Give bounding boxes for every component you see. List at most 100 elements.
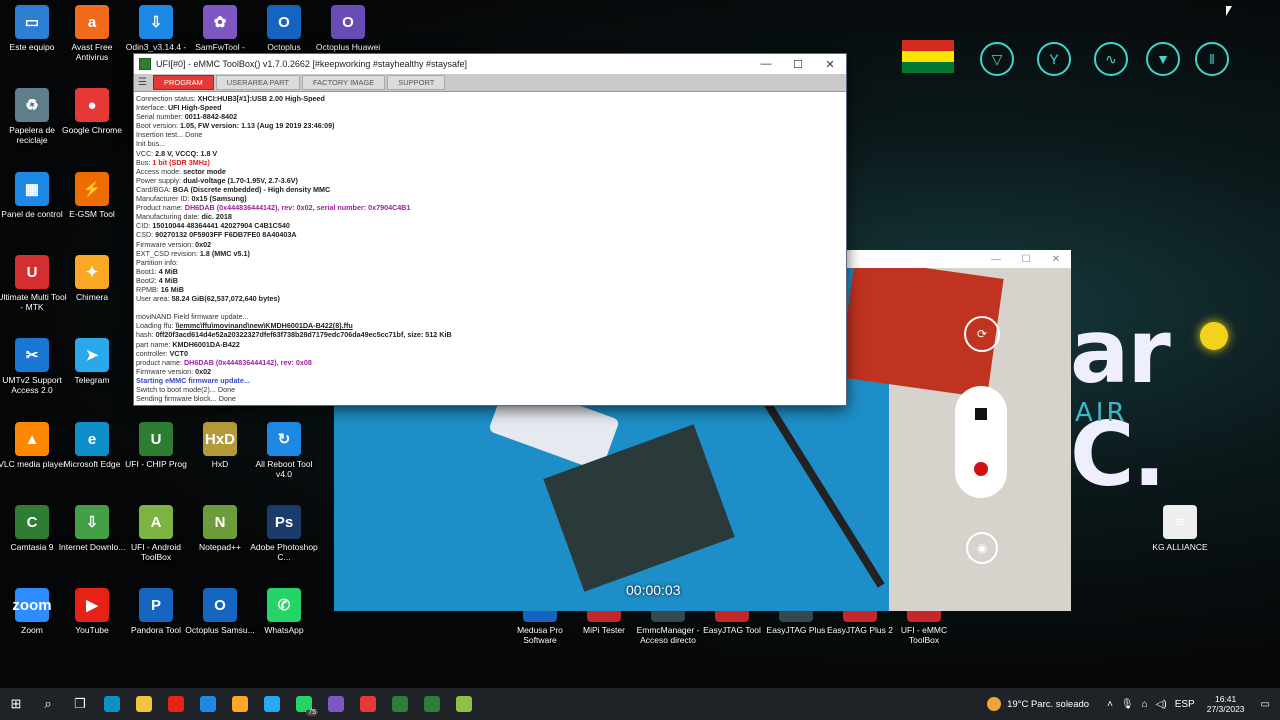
desktop-icon-label: EasyJTAG Plus 2 [827,625,893,635]
log-line: CID: 15010044 48364441 42027904 C4B1C540 [136,221,844,230]
log-line: Boot2: 4 MiB [136,276,844,285]
tab-factory-image[interactable]: FACTORY IMAGE [301,75,386,90]
desktop-icon[interactable]: ➤ Telegram [56,338,128,385]
camera-maximize-button[interactable]: ☐ [1011,254,1041,265]
log-line: product name: DH6DAB (0x444836444142), r… [136,358,844,367]
desktop-icon[interactable]: a Avast Free Antivirus [56,5,128,62]
desktop-icon[interactable]: ⚡ E-GSM Tool [56,172,128,219]
app-icon: O [331,5,365,39]
desktop-icon[interactable]: ✿ SamFwTool - [184,5,256,52]
log-key: Init bus... [136,139,166,149]
tab-support[interactable]: SUPPORT [387,75,446,90]
telegram-taskbar-icon[interactable] [256,688,288,720]
chevron-up-icon[interactable]: ˄ [1107,699,1113,710]
log-line: Card/BGA: BGA (Discrete embedded) - High… [136,185,844,194]
desktop-icon[interactable]: U UFI - CHIP Prog [120,422,192,469]
desktop-icon-label: Avast Free Antivirus [71,42,113,62]
chrome-taskbar-icon[interactable] [352,688,384,720]
ufi-emmc-taskbar-icon[interactable] [448,688,480,720]
log-line: Boot version: 1.05, FW version: 1.13 (Au… [136,121,844,130]
network-icon[interactable]: ⌂ [1142,699,1148,710]
notification-icon[interactable]: ▭ [1261,699,1270,710]
camtasia-taskbar-icon[interactable] [384,688,416,720]
chimera-taskbar-icon[interactable] [224,688,256,720]
ufi-minimize-button[interactable]: — [750,58,782,71]
ufi-titlebar[interactable]: UFI[#0] - eMMC ToolBox() v1.7.0.2662 [#k… [134,54,846,74]
desktop-icon[interactable]: P Pandora Tool [120,588,192,635]
desktop-icon[interactable]: ▶ YouTube [56,588,128,635]
ufi-window: UFI[#0] - eMMC ToolBox() v1.7.0.2662 [#k… [133,53,847,406]
start-taskbar-icon[interactable]: ⊞ [0,688,32,720]
desktop-icon[interactable]: ✦ Chimera [56,255,128,302]
youtube-taskbar-icon[interactable] [160,688,192,720]
clock-time: 16:41 [1214,694,1237,704]
camera-switch-icon[interactable]: ⟳ [964,316,1000,352]
tab-userarea-part[interactable]: USERAREA PART [215,75,300,90]
stop-recording-button[interactable] [975,408,987,420]
desktop-icon[interactable]: ⇩ Internet Downlo... [56,505,128,552]
whatsapp-taskbar-icon[interactable]: 75 [288,688,320,720]
language-indicator[interactable]: ESP [1175,699,1195,710]
desktop-icon[interactable]: ⇩ Odin3_v3.14.4 - [120,5,192,52]
log-line: Manufacturer ID: 0x15 (Samsung) [136,194,844,203]
desktop-icon-label: HxD [211,459,229,469]
weather-widget[interactable]: 19°C Parc. soleado [987,697,1089,711]
file-explorer-icon [136,696,152,712]
desktop-icon[interactable]: ● Google Chrome [56,88,128,135]
task-view-taskbar-icon[interactable]: ❐ [64,688,96,720]
search-icon: ⌕ [44,696,52,711]
desktop-icon-label: SamFwTool - [195,42,245,52]
log-value: 2.8 V, VCCQ: 1.8 V [155,148,218,158]
desktop-icon[interactable]: N Notepad++ [184,505,256,552]
desktop-icon[interactable]: Ps Adobe Photoshop C... [248,505,320,562]
log-key: Boot1: [136,266,159,276]
log-line: Insertion test... Done [136,130,844,139]
app-icon: HxD [203,422,237,456]
record-button[interactable] [974,462,988,476]
volume-icon[interactable]: ◁) [1156,699,1167,710]
ufi-close-button[interactable]: ✕ [814,58,846,71]
log-line: controller: VCT0 [136,349,844,358]
microphone-icon[interactable]: 🎙 [1121,699,1134,710]
ufi-maximize-button[interactable]: ☐ [782,58,814,71]
tab-program[interactable]: PROGRAM [152,75,214,90]
log-line: Firmware version: 0x02 [136,367,844,376]
search-taskbar-icon[interactable]: ⌕ [32,688,64,720]
app-icon: O [267,5,301,39]
camera-snapshot-icon[interactable]: ◉ [966,532,998,564]
log-key: Product name: [136,203,185,213]
desktop-icon[interactable]: ≡ KG ALLIANCE [1144,505,1216,552]
app-icon: ▶ [75,588,109,622]
ufi-emmc-icon [456,696,472,712]
desktop-icon[interactable]: ↻ All Reboot Tool v4.0 [248,422,320,479]
bulb-icon [1200,322,1228,350]
file-explorer-taskbar-icon[interactable] [128,688,160,720]
desktop-icon[interactable]: O Octoplus [248,5,320,52]
log-value: 0011-8842-8402 [184,112,238,122]
camera-titlebar[interactable]: — ☐ ✕ [846,250,1071,268]
log-key: Starting eMMC firmware update... [136,375,250,385]
desktop-icon[interactable]: O Octoplus Samsu... [184,588,256,635]
taskbar: ⊞ ⌕ ❐ 75 19°C Parc. soleado ˄ 🎙 ⌂ ◁) ESP 16… [0,688,1280,720]
desktop-icon[interactable]: O Octoplus Huawei [312,5,384,52]
desktop-icon[interactable]: e Microsoft Edge [56,422,128,469]
ufi-app-icon [139,58,151,70]
samfw-taskbar-icon[interactable] [320,688,352,720]
desktop-icon[interactable]: HxD HxD [184,422,256,469]
desktop-icon[interactable]: A UFI - Android ToolBox [120,505,192,562]
clock[interactable]: 16:41 27/3/2023 [1207,694,1245,714]
control-panel-taskbar-icon[interactable] [192,688,224,720]
edge-taskbar-icon[interactable] [96,688,128,720]
task-view-icon: ❐ [74,696,86,711]
camera-minimize-button[interactable]: — [981,254,1011,265]
ufi-taskbar-icon[interactable] [416,688,448,720]
ufi-tabbar: ☰ PROGRAM USERAREA PART FACTORY IMAGE SU… [134,74,846,92]
camera-close-button[interactable]: ✕ [1041,254,1071,265]
desktop-icon[interactable]: ✆ WhatsApp [248,588,320,635]
app-icon: A [139,505,173,539]
hamburger-menu-icon[interactable]: ☰ [138,77,147,88]
log-key: EXT_CSD revision: [136,248,200,258]
log-value: 1.8 (MMC v5.1) [199,248,250,258]
app-icon: ⇩ [75,505,109,539]
app-icon: e [75,422,109,456]
